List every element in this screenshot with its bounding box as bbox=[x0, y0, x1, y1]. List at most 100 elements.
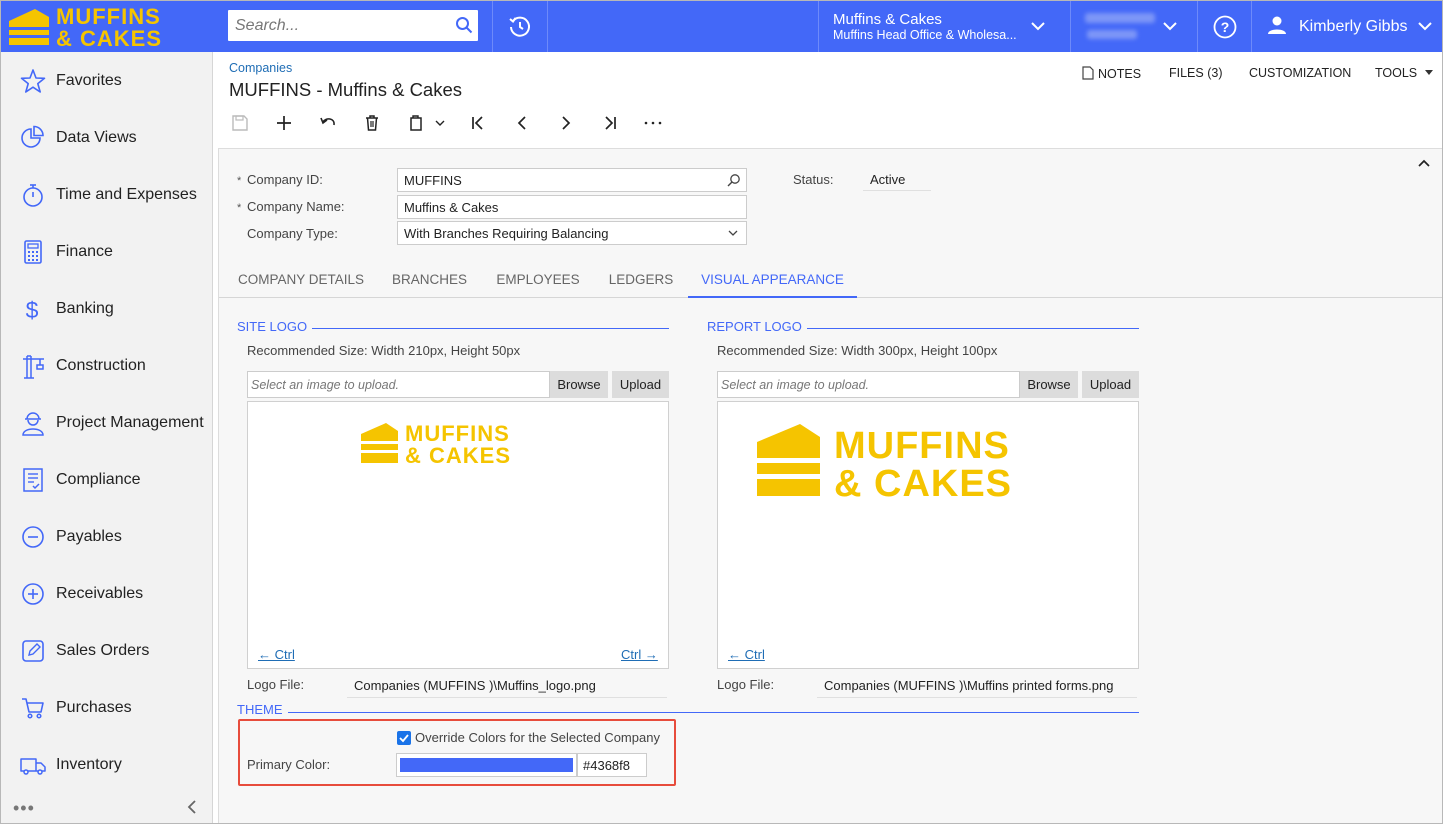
company-id-value: MUFFINS bbox=[404, 173, 462, 188]
site-logo-file-input[interactable]: Select an image to upload. bbox=[247, 371, 550, 398]
sidebar-item-label: Inventory bbox=[56, 756, 122, 773]
last-record-icon[interactable] bbox=[599, 112, 621, 134]
first-record-icon[interactable] bbox=[467, 112, 489, 134]
sidebar-item-label: Banking bbox=[56, 300, 114, 317]
sidebar-item-compliance[interactable]: Compliance bbox=[1, 451, 212, 508]
override-colors-checkbox[interactable] bbox=[397, 731, 411, 745]
site-logo-recommended: Recommended Size: Width 210px, Height 50… bbox=[247, 343, 521, 358]
date-selector[interactable] bbox=[1071, 1, 1191, 52]
more-menu-button[interactable]: ••• bbox=[13, 798, 35, 819]
save-icon[interactable] bbox=[229, 112, 251, 134]
star-icon bbox=[20, 69, 46, 93]
tab-branches[interactable]: BRANCHES bbox=[379, 263, 480, 298]
more-actions-icon[interactable] bbox=[642, 112, 664, 134]
company-id-field[interactable]: MUFFINS bbox=[397, 168, 747, 192]
sidebar-item-purchases[interactable]: Purchases bbox=[1, 679, 212, 736]
report-logo-browse-button[interactable]: Browse bbox=[1020, 371, 1078, 398]
previous-record-icon[interactable] bbox=[511, 112, 533, 134]
tab-company-details[interactable]: COMPANY DETAILS bbox=[223, 263, 379, 298]
sidebar-item-label: Purchases bbox=[56, 699, 132, 716]
svg-text:& CAKES: & CAKES bbox=[834, 463, 1012, 500]
company-type-value: With Branches Requiring Balancing bbox=[404, 226, 609, 241]
search-input[interactable] bbox=[228, 10, 448, 41]
tab-employees[interactable]: EMPLOYEES bbox=[482, 263, 594, 298]
sidebar-item-construction[interactable]: Construction bbox=[1, 337, 212, 394]
tab-ledgers[interactable]: LEDGERS bbox=[598, 263, 684, 298]
files-link[interactable]: FILES (3) bbox=[1169, 66, 1223, 80]
required-marker: * bbox=[237, 202, 242, 214]
divider bbox=[1197, 1, 1198, 52]
breadcrumb[interactable]: Companies bbox=[229, 61, 292, 75]
tab-visual-appearance[interactable]: VISUAL APPEARANCE bbox=[688, 263, 857, 298]
divider bbox=[492, 1, 493, 52]
primary-color-hex-input[interactable]: #4368f8 bbox=[577, 753, 647, 777]
user-menu[interactable]: Kimberly Gibbs bbox=[1253, 1, 1442, 52]
copy-paste-icon[interactable] bbox=[405, 112, 447, 134]
minus-circle-icon bbox=[22, 526, 44, 548]
pie-chart-icon bbox=[21, 125, 44, 148]
chevron-down-icon bbox=[1418, 22, 1432, 31]
calculator-icon bbox=[24, 240, 42, 264]
truck-icon bbox=[20, 758, 46, 775]
chevron-down-icon bbox=[1163, 22, 1177, 31]
sidebar-item-banking[interactable]: $ Banking bbox=[1, 280, 212, 337]
sidebar-item-receivables[interactable]: Receivables bbox=[1, 565, 212, 622]
svg-text:MUFFINS: MUFFINS bbox=[834, 425, 1010, 467]
report-logo-upload-button[interactable]: Upload bbox=[1082, 371, 1139, 398]
site-logo-browse-button[interactable]: Browse bbox=[550, 371, 608, 398]
divider bbox=[1251, 1, 1252, 52]
sidebar-item-label: Data Views bbox=[56, 129, 137, 146]
report-logo-file-input[interactable]: Select an image to upload. bbox=[717, 371, 1020, 398]
delete-icon[interactable] bbox=[361, 112, 383, 134]
plus-circle-icon bbox=[22, 583, 44, 605]
sidebar-item-inventory[interactable]: Inventory bbox=[1, 736, 212, 793]
add-icon[interactable] bbox=[273, 112, 295, 134]
site-logo-upload-button[interactable]: Upload bbox=[612, 371, 669, 398]
company-id-label: Company ID: bbox=[247, 172, 323, 187]
sidebar-item-label: Compliance bbox=[56, 471, 141, 488]
sidebar-item-favorites[interactable]: Favorites bbox=[1, 52, 212, 109]
chevron-up-icon[interactable] bbox=[1417, 157, 1431, 169]
report-logo-prev-link[interactable]: ← Ctrl bbox=[728, 647, 765, 662]
sidebar-item-data-views[interactable]: Data Views bbox=[1, 109, 212, 166]
sidebar-item-project-management[interactable]: Project Management bbox=[1, 394, 212, 451]
user-name: Kimberly Gibbs bbox=[1299, 18, 1408, 35]
tab-bar: COMPANY DETAILS BRANCHES EMPLOYEES LEDGE… bbox=[219, 263, 1442, 298]
site-logo-preview: MUFFINS & CAKES ← Ctrl Ctrl → bbox=[247, 401, 669, 669]
sidebar-item-label: Sales Orders bbox=[56, 642, 150, 659]
collapse-sidebar-icon[interactable] bbox=[185, 799, 199, 815]
primary-color-swatch bbox=[400, 758, 573, 772]
company-name-field[interactable]: Muffins & Cakes bbox=[397, 195, 747, 219]
site-logo-next-link[interactable]: Ctrl → bbox=[621, 647, 658, 662]
sidebar-item-label: Construction bbox=[56, 357, 146, 374]
tools-menu[interactable]: TOOLS bbox=[1375, 66, 1433, 80]
site-logo-file-value: Companies (MUFFINS )\Muffins_logo.png bbox=[347, 678, 667, 698]
site-logo-file-label: Logo File: bbox=[247, 677, 305, 692]
undo-icon[interactable] bbox=[317, 112, 339, 134]
notes-link[interactable]: NOTES bbox=[1082, 66, 1141, 81]
status-value: Active bbox=[863, 167, 931, 191]
sidebar-item-payables[interactable]: Payables bbox=[1, 508, 212, 565]
theme-title: THEME bbox=[237, 702, 288, 717]
user-icon bbox=[1268, 16, 1286, 34]
search-icon[interactable] bbox=[455, 16, 473, 34]
help-icon[interactable]: ? bbox=[1213, 15, 1237, 39]
caret-down-icon bbox=[1424, 70, 1433, 75]
sidebar-item-label: Favorites bbox=[56, 72, 122, 89]
report-logo-title: REPORT LOGO bbox=[707, 319, 807, 334]
history-icon[interactable] bbox=[507, 14, 533, 40]
lookup-search-icon[interactable] bbox=[727, 173, 741, 187]
site-logo-prev-link[interactable]: ← Ctrl bbox=[258, 647, 295, 662]
next-record-icon[interactable] bbox=[555, 112, 577, 134]
customization-link[interactable]: CUSTOMIZATION bbox=[1249, 66, 1351, 80]
primary-color-picker[interactable] bbox=[396, 753, 577, 777]
tenant-branch: Muffins Head Office & Wholesa... bbox=[833, 28, 1017, 42]
muffins-cakes-logo[interactable]: MUFFINS & CAKES bbox=[5, 3, 195, 49]
search-box[interactable] bbox=[228, 10, 478, 41]
chevron-down-icon bbox=[728, 230, 738, 236]
company-type-select[interactable]: With Branches Requiring Balancing bbox=[397, 221, 747, 245]
sidebar-item-time-and-expenses[interactable]: Time and Expenses bbox=[1, 166, 212, 223]
tenant-selector[interactable]: Muffins & Cakes Muffins Head Office & Wh… bbox=[819, 1, 1069, 52]
sidebar-item-sales-orders[interactable]: Sales Orders bbox=[1, 622, 212, 679]
sidebar-item-finance[interactable]: Finance bbox=[1, 223, 212, 280]
